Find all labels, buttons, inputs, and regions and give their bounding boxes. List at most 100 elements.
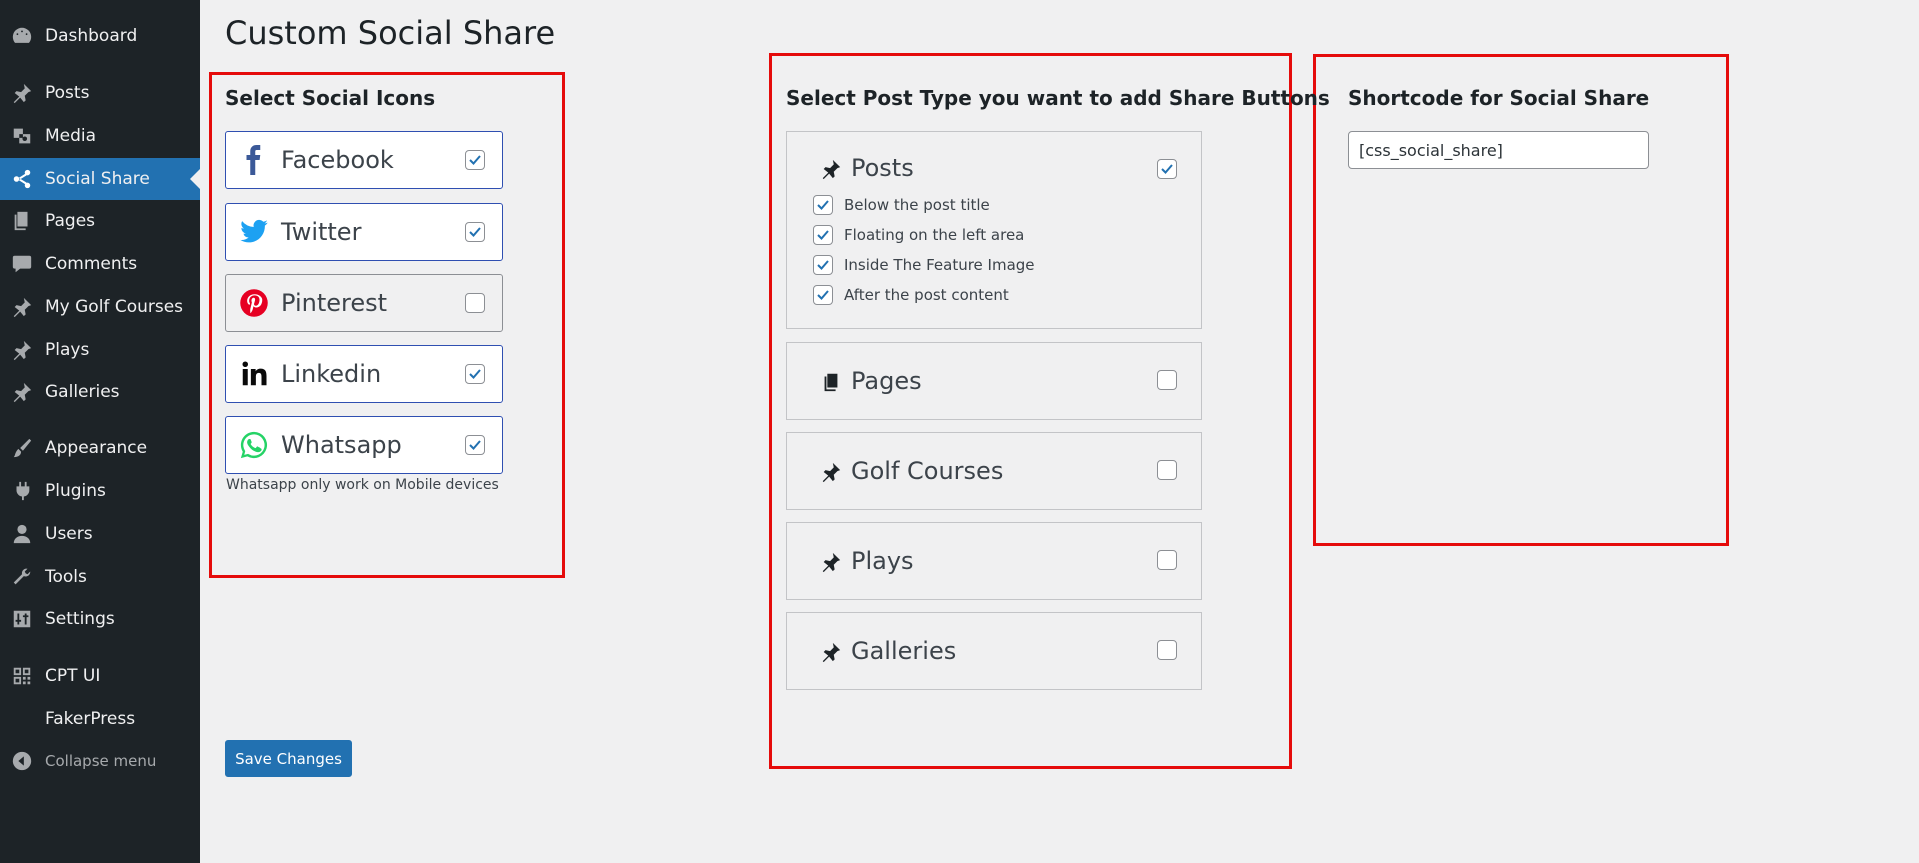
sidebar-item-appearance[interactable]: Appearance bbox=[0, 428, 200, 468]
option-floating-left[interactable]: Floating on the left area bbox=[813, 225, 1024, 245]
sidebar-item-label: Comments bbox=[45, 254, 138, 274]
social-option-label: Pinterest bbox=[281, 289, 388, 317]
inside-feature-image-checkbox[interactable] bbox=[813, 255, 833, 275]
sidebar-item-label: Social Share bbox=[45, 169, 150, 189]
sidebar-item-label: Plugins bbox=[45, 481, 106, 501]
sidebar-item-label: Appearance bbox=[45, 438, 148, 458]
pinterest-checkbox[interactable] bbox=[465, 293, 485, 313]
sidebar-item-my-golf-courses[interactable]: My Golf Courses bbox=[0, 287, 200, 327]
sidebar-item-cpt-ui[interactable]: CPT UI bbox=[0, 656, 200, 696]
linkedin-checkbox[interactable] bbox=[465, 364, 485, 384]
collapse-icon bbox=[10, 749, 34, 773]
whatsapp-note: Whatsapp only work on Mobile devices bbox=[226, 477, 499, 493]
sidebar-item-media[interactable]: Media bbox=[0, 116, 200, 156]
sidebar-item-settings[interactable]: Settings bbox=[0, 599, 200, 639]
sidebar-item-label: Galleries bbox=[45, 382, 120, 402]
sidebar-item-label: Users bbox=[45, 524, 93, 544]
pin-icon bbox=[10, 338, 34, 362]
twitter-checkbox[interactable] bbox=[465, 222, 485, 242]
post-type-plays[interactable]: Plays bbox=[786, 522, 1202, 600]
sidebar-item-users[interactable]: Users bbox=[0, 514, 200, 554]
sidebar-item-label: Media bbox=[45, 126, 97, 146]
sidebar-item-plays[interactable]: Plays bbox=[0, 330, 200, 370]
sidebar-item-label: Dashboard bbox=[45, 26, 138, 46]
cpt-icon bbox=[10, 664, 34, 688]
post-type-label: Posts bbox=[851, 154, 914, 182]
whatsapp-icon bbox=[238, 429, 270, 461]
post-type-label: Pages bbox=[851, 367, 922, 395]
collapse-menu-button[interactable]: Collapse menu bbox=[0, 741, 200, 781]
sidebar-item-label: Posts bbox=[45, 83, 90, 103]
galleries-checkbox[interactable] bbox=[1157, 640, 1177, 660]
sidebar-item-dashboard[interactable]: Dashboard bbox=[0, 16, 200, 56]
twitter-icon bbox=[238, 216, 270, 248]
social-option-pinterest[interactable]: Pinterest bbox=[225, 274, 503, 332]
comments-icon bbox=[10, 252, 34, 276]
sidebar-item-posts[interactable]: Posts bbox=[0, 73, 200, 113]
facebook-checkbox[interactable] bbox=[465, 150, 485, 170]
pin-icon bbox=[10, 380, 34, 404]
admin-sidebar: Dashboard Posts Media Social Share Pages… bbox=[0, 0, 200, 863]
social-option-facebook[interactable]: Facebook bbox=[225, 131, 503, 189]
settings-icon bbox=[10, 607, 34, 631]
sidebar-item-social-share[interactable]: Social Share bbox=[0, 158, 200, 200]
pages-checkbox[interactable] bbox=[1157, 370, 1177, 390]
sidebar-item-plugins[interactable]: Plugins bbox=[0, 471, 200, 511]
user-icon bbox=[10, 522, 34, 546]
post-type-galleries[interactable]: Galleries bbox=[786, 612, 1202, 690]
option-label: After the post content bbox=[844, 286, 1009, 304]
golf-courses-checkbox[interactable] bbox=[1157, 460, 1177, 480]
plays-checkbox[interactable] bbox=[1157, 550, 1177, 570]
sidebar-item-label: Pages bbox=[45, 211, 96, 231]
sidebar-item-pages[interactable]: Pages bbox=[0, 201, 200, 241]
shortcode-heading: Shortcode for Social Share bbox=[1348, 86, 1650, 110]
social-icons-heading: Select Social Icons bbox=[225, 86, 436, 110]
pin-icon bbox=[10, 295, 34, 319]
sidebar-item-label: Collapse menu bbox=[45, 752, 157, 770]
sidebar-item-comments[interactable]: Comments bbox=[0, 244, 200, 284]
sidebar-item-label: CPT UI bbox=[45, 666, 101, 686]
shortcode-input[interactable] bbox=[1348, 131, 1649, 169]
social-option-twitter[interactable]: Twitter bbox=[225, 203, 503, 261]
social-option-label: Linkedin bbox=[281, 360, 382, 388]
floating-left-checkbox[interactable] bbox=[813, 225, 833, 245]
pin-icon bbox=[819, 550, 843, 574]
sidebar-item-label: Tools bbox=[45, 567, 87, 587]
facebook-icon bbox=[238, 144, 270, 176]
post-type-posts: Posts Below the post title Floating on t… bbox=[786, 131, 1202, 329]
pin-icon bbox=[10, 81, 34, 105]
option-after-post-content[interactable]: After the post content bbox=[813, 285, 1009, 305]
sidebar-item-tools[interactable]: Tools bbox=[0, 557, 200, 597]
social-option-label: Twitter bbox=[281, 218, 362, 246]
after-post-content-checkbox[interactable] bbox=[813, 285, 833, 305]
post-type-label: Galleries bbox=[851, 637, 957, 665]
pages-icon bbox=[819, 370, 843, 394]
option-inside-feature-image[interactable]: Inside The Feature Image bbox=[813, 255, 1035, 275]
social-option-whatsapp[interactable]: Whatsapp bbox=[225, 416, 503, 474]
sidebar-item-fakerpress[interactable]: FakerPress bbox=[0, 699, 200, 739]
posts-checkbox[interactable] bbox=[1157, 159, 1177, 179]
page-title: Custom Social Share bbox=[225, 14, 556, 52]
linkedin-icon bbox=[238, 358, 270, 390]
pages-icon bbox=[10, 209, 34, 233]
sidebar-item-galleries[interactable]: Galleries bbox=[0, 372, 200, 412]
sidebar-item-label: Plays bbox=[45, 340, 90, 360]
post-type-golf-courses[interactable]: Golf Courses bbox=[786, 432, 1202, 510]
option-below-post-title[interactable]: Below the post title bbox=[813, 195, 990, 215]
option-label: Floating on the left area bbox=[844, 226, 1025, 244]
whatsapp-checkbox[interactable] bbox=[465, 435, 485, 455]
highlight-box-shortcode bbox=[1313, 54, 1729, 546]
option-label: Inside The Feature Image bbox=[844, 256, 1035, 274]
wrench-icon bbox=[10, 565, 34, 589]
share-icon bbox=[10, 167, 34, 191]
sidebar-item-label: My Golf Courses bbox=[45, 297, 184, 317]
post-type-label: Plays bbox=[851, 547, 914, 575]
save-changes-button[interactable]: Save Changes bbox=[225, 740, 352, 777]
option-label: Below the post title bbox=[844, 196, 990, 214]
post-type-label: Golf Courses bbox=[851, 457, 1004, 485]
post-type-pages[interactable]: Pages bbox=[786, 342, 1202, 420]
pin-icon bbox=[819, 157, 843, 181]
sidebar-item-label: FakerPress bbox=[45, 709, 136, 729]
below-post-title-checkbox[interactable] bbox=[813, 195, 833, 215]
social-option-linkedin[interactable]: Linkedin bbox=[225, 345, 503, 403]
